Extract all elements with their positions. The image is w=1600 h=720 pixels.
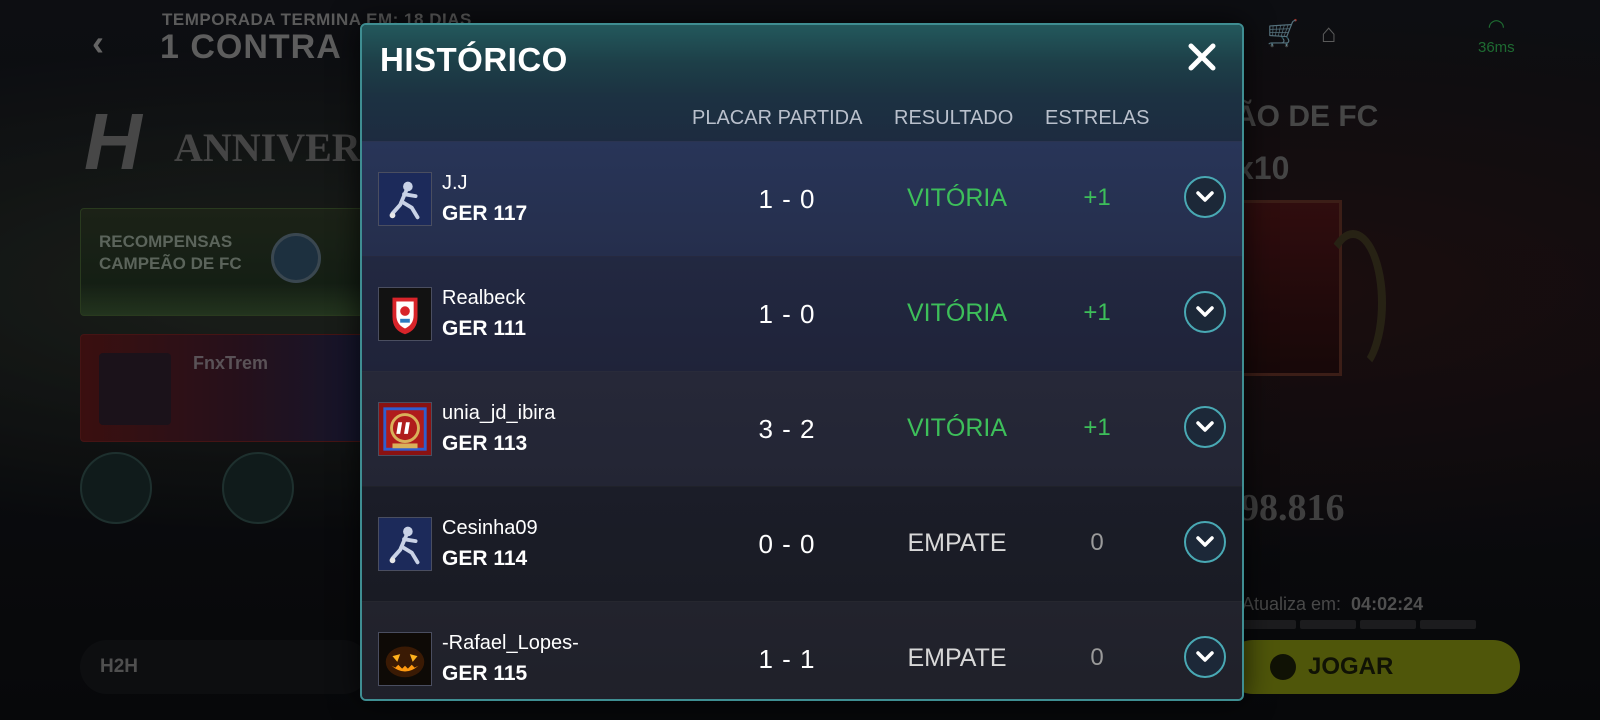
modal-title: HISTÓRICO: [380, 41, 568, 78]
opponent-name: Cesinha09: [442, 517, 538, 539]
match-stars: 0: [1090, 529, 1104, 556]
column-header: PLACAR PARTIDA RESULTADO ESTRELAS: [362, 93, 1242, 141]
chevron-down-icon: [1196, 536, 1214, 547]
match-list: J.J GER 117 1 - 0 VITÓRIA +1 Realbeck GE…: [362, 141, 1242, 699]
opponent-rating: GER 111: [442, 317, 527, 340]
opponent-name: J.J: [442, 172, 468, 194]
match-row: unia_jd_ibira GER 113 3 - 2 VITÓRIA +1: [362, 371, 1242, 486]
expand-button[interactable]: [1184, 406, 1226, 448]
match-result: VITÓRIA: [906, 414, 1007, 442]
match-stars: +1: [1083, 184, 1111, 211]
match-score: 0 - 0: [758, 529, 816, 559]
expand-button[interactable]: [1184, 176, 1226, 218]
opponent-rating: GER 115: [442, 662, 528, 685]
match-row: J.J GER 117 1 - 0 VITÓRIA +1: [362, 141, 1242, 256]
opponent-name: Realbeck: [442, 287, 526, 309]
chevron-down-icon: [1196, 306, 1214, 317]
match-row: Realbeck GER 111 1 - 0 VITÓRIA +1: [362, 256, 1242, 371]
match-score: 1 - 0: [758, 299, 816, 329]
match-stars: +1: [1083, 414, 1111, 441]
anniversary-crest-icon: [378, 402, 432, 456]
col-stars: ESTRELAS: [1045, 107, 1150, 129]
opponent-name: unia_jd_ibira: [442, 402, 556, 424]
player-card-icon: [378, 517, 432, 571]
expand-button[interactable]: [1184, 521, 1226, 563]
history-modal: HISTÓRICO PLACAR PARTIDA RESULTADO ESTRE…: [360, 23, 1244, 701]
match-score: 1 - 1: [758, 644, 816, 674]
match-result: VITÓRIA: [906, 184, 1007, 212]
chevron-down-icon: [1196, 651, 1214, 662]
col-result: RESULTADO: [894, 107, 1014, 129]
match-stars: 0: [1090, 644, 1104, 671]
match-score: 1 - 0: [758, 184, 816, 214]
expand-button[interactable]: [1184, 636, 1226, 678]
expand-button[interactable]: [1184, 291, 1226, 333]
match-result: EMPATE: [907, 529, 1007, 557]
match-score: 3 - 2: [758, 414, 816, 444]
southampton-crest-icon: [378, 287, 432, 341]
modal-header: HISTÓRICO: [362, 25, 1242, 93]
match-row: -Rafael_Lopes- GER 115 1 - 1 EMPATE 0: [362, 601, 1242, 699]
opponent-rating: GER 117: [442, 202, 528, 225]
close-button[interactable]: [1182, 37, 1222, 77]
match-result: EMPATE: [907, 644, 1007, 672]
opponent-rating: GER 113: [442, 432, 528, 455]
chevron-down-icon: [1196, 191, 1214, 202]
match-result: VITÓRIA: [906, 299, 1007, 327]
match-stars: +1: [1083, 299, 1111, 326]
col-score: PLACAR PARTIDA: [692, 107, 863, 129]
opponent-name: -Rafael_Lopes-: [442, 632, 579, 654]
match-row: Cesinha09 GER 114 0 - 0 EMPATE 0: [362, 486, 1242, 601]
pumpkin-crest-icon: [378, 632, 432, 686]
opponent-rating: GER 114: [442, 547, 528, 570]
close-icon: [1188, 43, 1216, 71]
chevron-down-icon: [1196, 421, 1214, 432]
player-card-icon: [378, 172, 432, 226]
